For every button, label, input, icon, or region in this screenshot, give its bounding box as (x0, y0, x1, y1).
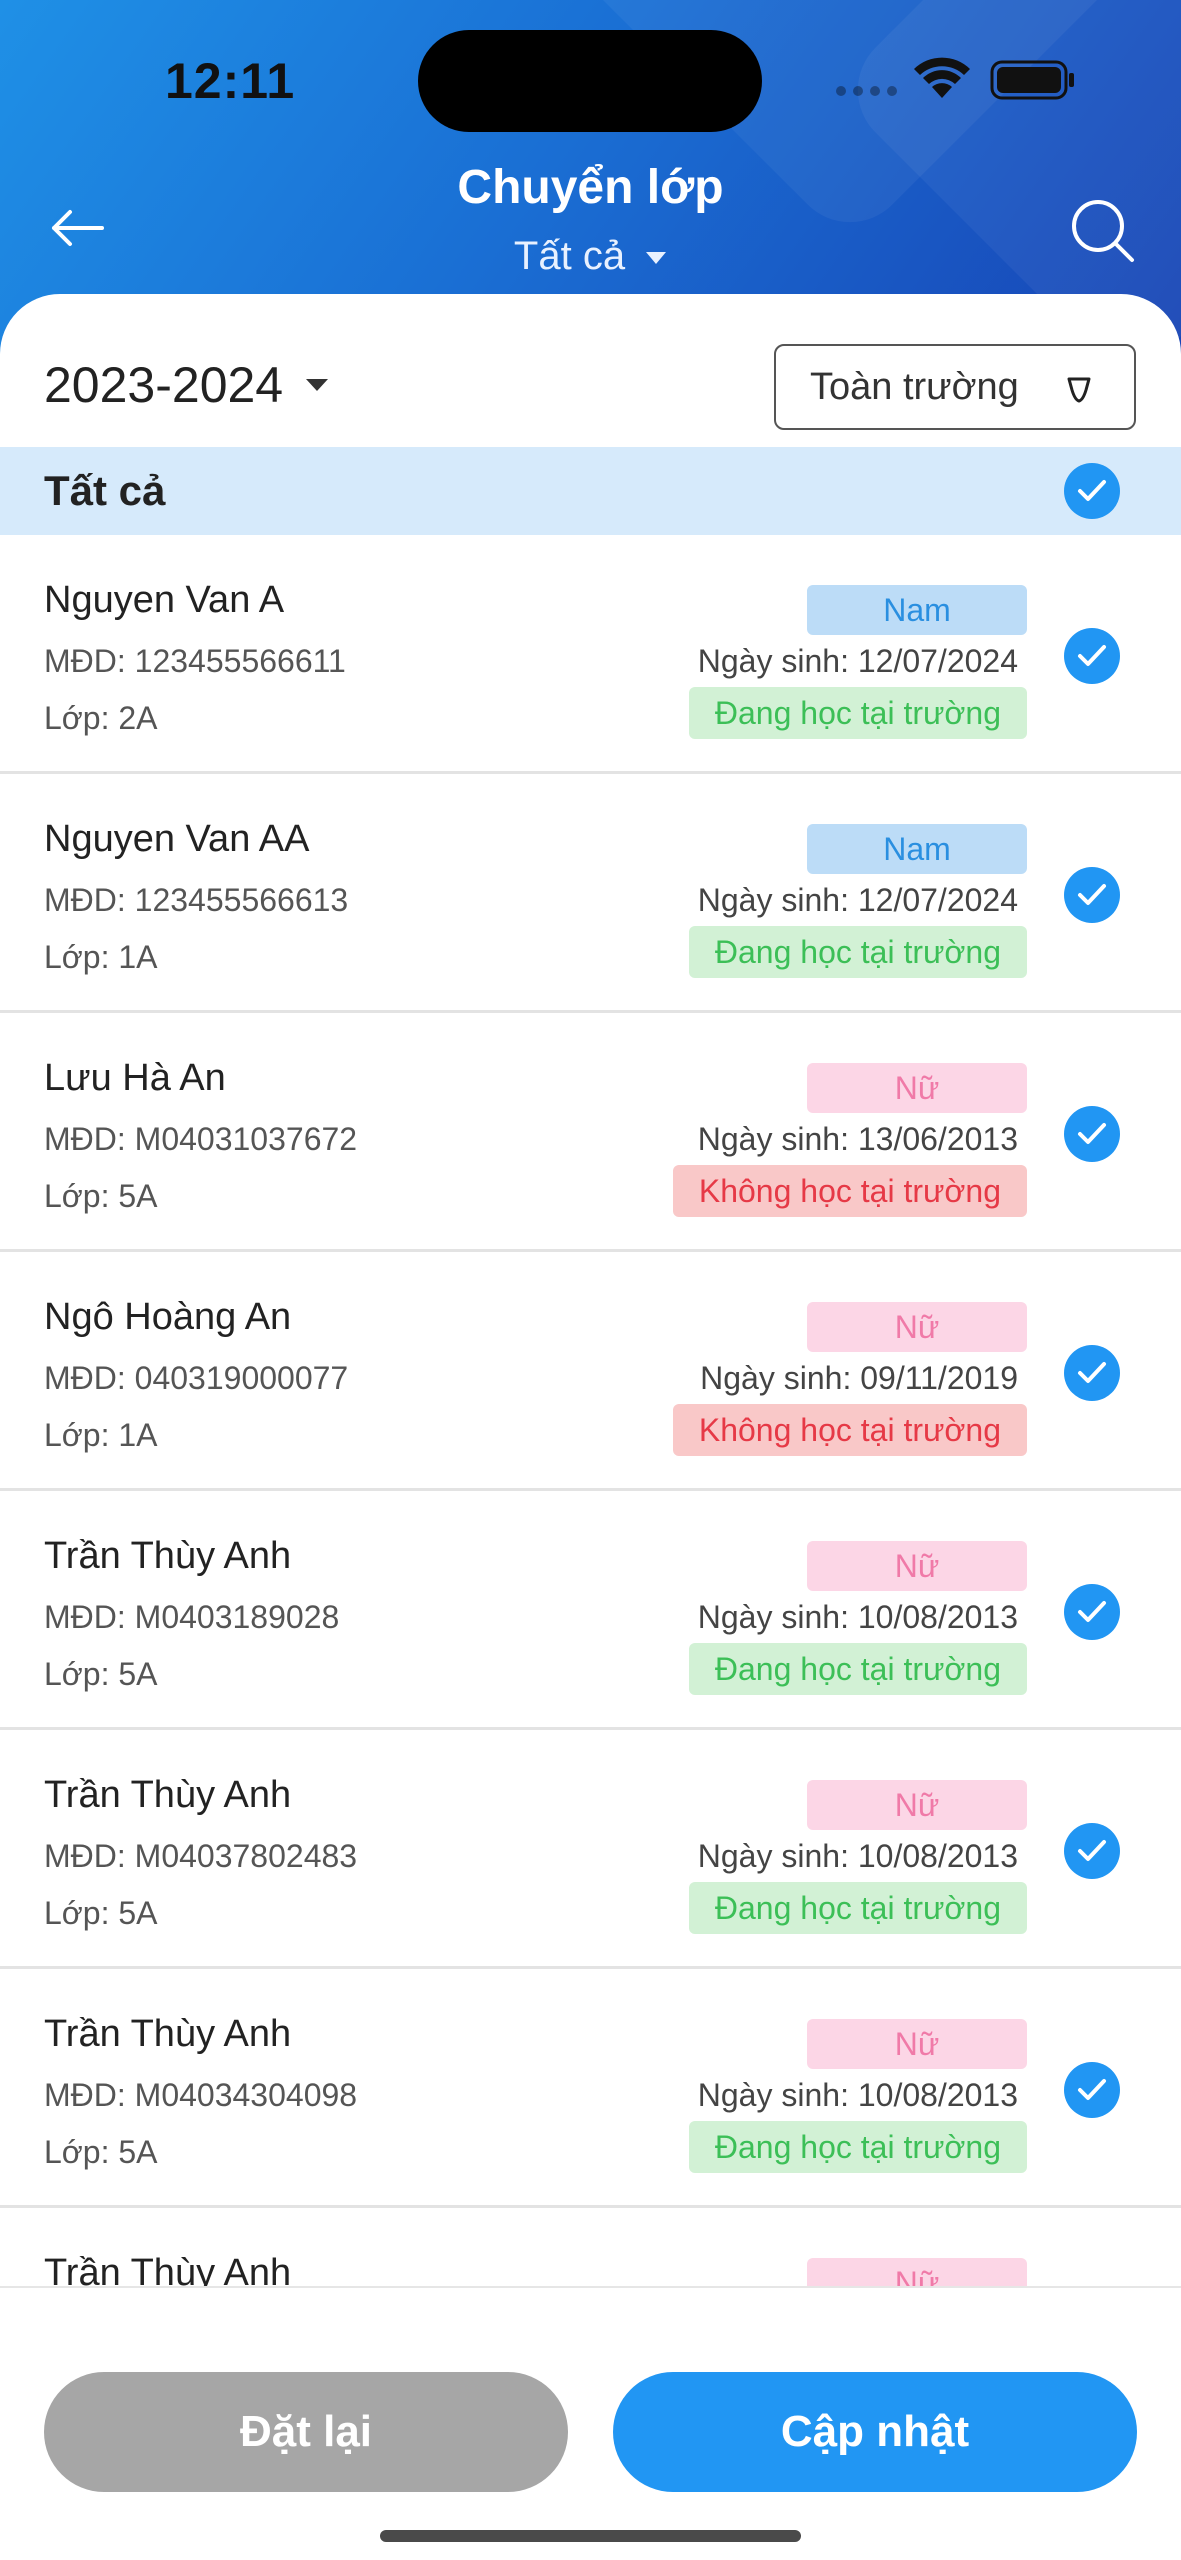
student-name: Ngô Hoàng An (44, 1296, 292, 1338)
gender-badge: Nam (807, 824, 1027, 874)
study-status-badge: Đang học tại trường (688, 687, 1027, 739)
student-code: MĐD: 123455566613 (44, 882, 349, 918)
student-name: Nguyen Van AA (44, 818, 310, 860)
student-name: Trần Thùy Anh (44, 2252, 292, 2288)
battery-icon (990, 60, 1074, 100)
student-list: Nguyen Van A MĐD: 123455566611 Lớp: 2A N… (0, 535, 1181, 2288)
student-dob: Ngày sinh: 10/08/2013 (697, 2077, 1018, 2113)
gender-badge: Nữ (807, 1063, 1027, 1113)
filter-icon (1067, 377, 1091, 403)
study-status-badge: Đang học tại trường (688, 1882, 1027, 1934)
student-checkbox[interactable] (1064, 1106, 1120, 1162)
student-dob: Ngày sinh: 09/11/2019 (700, 1360, 1018, 1396)
student-dob: Ngày sinh: 13/06/2013 (697, 1121, 1018, 1157)
scope-filter-button[interactable]: Toàn trường (774, 344, 1136, 430)
student-row[interactable]: Trần Thùy Anh Nữ (0, 2208, 1181, 2288)
status-filter-dropdown[interactable]: Tất cả (0, 234, 1181, 279)
checkmark-icon (1078, 1123, 1106, 1144)
student-name: Nguyen Van A (44, 579, 285, 621)
student-checkbox[interactable] (1064, 1584, 1120, 1640)
checkmark-icon (1078, 645, 1106, 666)
student-class: Lớp: 5A (44, 2134, 158, 2170)
student-class: Lớp: 5A (44, 1895, 158, 1931)
student-name: Trần Thùy Anh (44, 1535, 292, 1577)
student-row[interactable]: Nguyen Van AA MĐD: 123455566613 Lớp: 1A … (0, 774, 1181, 1013)
student-dob: Ngày sinh: 10/08/2013 (697, 1599, 1018, 1635)
search-icon[interactable] (1068, 196, 1138, 266)
school-year-label: 2023-2024 (44, 357, 284, 413)
update-button[interactable]: Cập nhật (613, 2372, 1137, 2492)
status-bar: 12:11 (0, 0, 1181, 160)
checkmark-icon (1078, 1362, 1106, 1383)
student-dob: Ngày sinh: 12/07/2024 (697, 882, 1018, 918)
status-filter-label: Tất cả (513, 234, 626, 278)
student-code: MĐD: 040319000077 (44, 1360, 349, 1396)
student-code: MĐD: M04031037672 (44, 1121, 358, 1157)
student-row[interactable]: Nguyen Van A MĐD: 123455566611 Lớp: 2A N… (0, 535, 1181, 774)
gender-badge: Nữ (807, 1302, 1027, 1352)
checkmark-icon (1078, 884, 1106, 905)
study-status-badge: Đang học tại trường (688, 926, 1027, 978)
student-row[interactable]: Ngô Hoàng An MĐD: 040319000077 Lớp: 1A N… (0, 1252, 1181, 1491)
study-status-badge: Không học tại trường (672, 1404, 1027, 1456)
page-title: Chuyển lớp (457, 161, 724, 214)
student-class: Lớp: 5A (44, 1656, 158, 1692)
checkmark-icon (1078, 2079, 1106, 2100)
student-class: Lớp: 2A (44, 700, 158, 736)
checkmark-icon (1078, 480, 1106, 501)
student-checkbox[interactable] (1064, 628, 1120, 684)
dynamic-island (418, 30, 762, 132)
select-all-label: Tất cả (44, 467, 166, 514)
gender-badge: Nữ (807, 1780, 1027, 1830)
student-dob: Ngày sinh: 10/08/2013 (697, 1838, 1018, 1874)
chevron-down-icon (646, 252, 667, 265)
student-dob: Ngày sinh: 12/07/2024 (697, 643, 1018, 679)
wifi-icon (914, 57, 970, 98)
student-class: Lớp: 1A (44, 1417, 158, 1453)
checkmark-icon (1078, 1840, 1106, 1861)
gender-badge: Nữ (807, 1541, 1027, 1591)
footer-actions: Đặt lại Cập nhật (0, 2286, 1181, 2560)
cellular-signal-icon (836, 86, 897, 96)
student-row[interactable]: Trần Thùy Anh MĐD: M04037802483 Lớp: 5A … (0, 1730, 1181, 1969)
student-row[interactable]: Trần Thùy Anh MĐD: M04034304098 Lớp: 5A … (0, 1969, 1181, 2208)
student-name: Lưu Hà An (44, 1057, 226, 1099)
student-row[interactable]: Trần Thùy Anh MĐD: M0403189028 Lớp: 5A N… (0, 1491, 1181, 1730)
status-time: 12:11 (165, 53, 296, 109)
student-code: MĐD: M0403189028 (44, 1599, 340, 1635)
student-name: Trần Thùy Anh (44, 1774, 292, 1816)
student-class: Lớp: 1A (44, 939, 158, 975)
select-all-row[interactable]: Tất cả (0, 447, 1181, 535)
student-name: Trần Thùy Anh (44, 2013, 292, 2055)
gender-badge: Nữ (807, 2258, 1027, 2288)
student-checkbox[interactable] (1064, 1823, 1120, 1879)
student-checkbox[interactable] (1064, 867, 1120, 923)
study-status-badge: Đang học tại trường (688, 2121, 1027, 2173)
gender-badge: Nam (807, 585, 1027, 635)
home-indicator (380, 2530, 801, 2542)
chevron-down-icon (306, 379, 329, 391)
student-checkbox[interactable] (1064, 1345, 1120, 1401)
scope-filter-label: Toàn trường (810, 365, 1019, 408)
student-row[interactable]: Lưu Hà An MĐD: M04031037672 Lớp: 5A Nữ N… (0, 1013, 1181, 1252)
study-status-badge: Không học tại trường (672, 1165, 1027, 1217)
student-code: MĐD: M04034304098 (44, 2077, 358, 2113)
gender-badge: Nữ (807, 2019, 1027, 2069)
select-all-checkbox[interactable] (1064, 463, 1120, 519)
student-checkbox[interactable] (1064, 2062, 1120, 2118)
reset-button[interactable]: Đặt lại (44, 2372, 568, 2492)
student-code: MĐD: M04037802483 (44, 1838, 358, 1874)
student-class: Lớp: 5A (44, 1178, 158, 1214)
checkmark-icon (1078, 1601, 1106, 1622)
school-year-dropdown[interactable]: 2023-2024 (44, 356, 329, 414)
student-code: MĐD: 123455566611 (44, 643, 346, 679)
study-status-badge: Đang học tại trường (688, 1643, 1027, 1695)
